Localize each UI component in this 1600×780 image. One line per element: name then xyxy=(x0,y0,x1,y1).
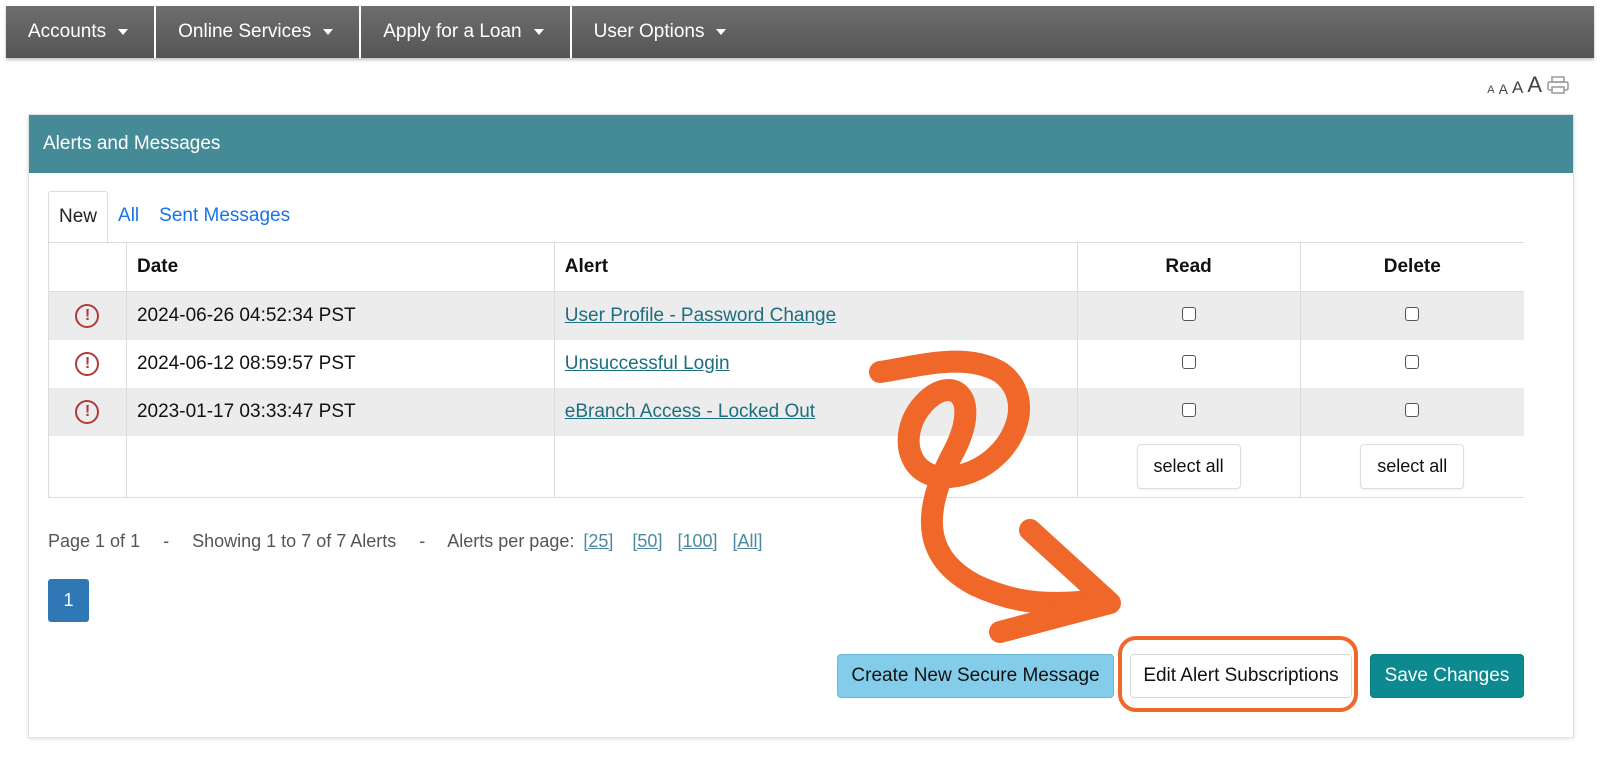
create-secure-message-button[interactable]: Create New Secure Message xyxy=(837,654,1114,698)
select-all-read-button[interactable]: select all xyxy=(1136,443,1241,489)
showing-text: Showing 1 to 7 of 7 Alerts xyxy=(192,531,397,551)
printer-icon[interactable] xyxy=(1546,76,1570,94)
edit-alert-subscriptions-button[interactable]: Edit Alert Subscriptions xyxy=(1130,654,1352,698)
font-size-medium[interactable]: A xyxy=(1512,79,1523,96)
panel-title: Alerts and Messages xyxy=(43,133,221,154)
header-delete: Delete xyxy=(1300,242,1524,292)
delete-checkbox[interactable] xyxy=(1405,354,1420,369)
alert-date: 2024-06-26 04:52:34 PST xyxy=(126,291,555,340)
per-page-100[interactable]: [100] xyxy=(677,531,717,551)
table-row: ! 2024-06-12 08:59:57 PST Unsuccessful L… xyxy=(48,339,1525,388)
caret-down-icon xyxy=(716,29,727,35)
page-text: Page 1 of 1 xyxy=(48,531,141,551)
header-alert: Alert xyxy=(554,242,1078,292)
nav-user-options-label: User Options xyxy=(593,21,705,42)
font-size-small[interactable]: A xyxy=(1499,82,1508,96)
pager-info: Page 1 of 1 - Showing 1 to 7 of 7 Alerts… xyxy=(48,531,763,552)
warning-icon: ! xyxy=(75,351,100,376)
caret-down-icon xyxy=(118,29,129,35)
nav-user-options[interactable]: User Options xyxy=(572,6,753,58)
select-all-delete-button[interactable]: select all xyxy=(1360,443,1465,489)
nav-online-services[interactable]: Online Services xyxy=(156,6,362,58)
alert-link[interactable]: eBranch Access - Locked Out xyxy=(565,401,815,422)
font-size-controls: A A A A xyxy=(1487,74,1542,97)
read-checkbox[interactable] xyxy=(1181,402,1196,417)
top-navigation: Accounts Online Services Apply for a Loa… xyxy=(6,6,1594,58)
nav-apply-for-loan[interactable]: Apply for a Loan xyxy=(361,6,572,58)
per-page-all[interactable]: [All] xyxy=(733,531,763,551)
alerts-panel: Alerts and Messages New All Sent Message… xyxy=(28,114,1574,738)
delete-checkbox[interactable] xyxy=(1405,402,1420,417)
alert-date: 2023-01-17 03:33:47 PST xyxy=(126,387,555,436)
tab-new[interactable]: New xyxy=(48,191,109,244)
save-changes-button[interactable]: Save Changes xyxy=(1370,654,1524,698)
font-size-large[interactable]: A xyxy=(1527,74,1542,96)
panel-header: Alerts and Messages xyxy=(29,115,1573,173)
header-date: Date xyxy=(126,242,555,292)
nav-apply-for-loan-label: Apply for a Loan xyxy=(383,21,522,42)
per-page-25[interactable]: [25] xyxy=(583,531,613,551)
separator: - xyxy=(163,531,170,551)
header-read: Read xyxy=(1077,242,1301,292)
tab-all[interactable]: All xyxy=(108,205,149,243)
caret-down-icon xyxy=(533,29,544,35)
caret-down-icon xyxy=(323,29,334,35)
alert-date: 2024-06-12 08:59:57 PST xyxy=(126,339,555,388)
delete-checkbox[interactable] xyxy=(1405,306,1420,321)
per-page-50[interactable]: [50] xyxy=(632,531,662,551)
table-row: ! 2024-06-26 04:52:34 PST User Profile -… xyxy=(48,291,1524,340)
separator: - xyxy=(419,531,426,551)
table-header-row: Date Alert Read Delete xyxy=(48,242,1524,292)
alert-tabs: New All Sent Messages xyxy=(48,189,300,244)
read-checkbox[interactable] xyxy=(1181,354,1196,369)
alert-link[interactable]: User Profile - Password Change xyxy=(565,305,836,326)
warning-icon: ! xyxy=(75,399,100,424)
tab-sent-messages[interactable]: Sent Messages xyxy=(149,205,300,243)
per-page-label: Alerts per page: xyxy=(447,531,575,551)
header-icon xyxy=(48,242,127,292)
nav-accounts[interactable]: Accounts xyxy=(6,6,157,58)
table-row: ! 2023-01-17 03:33:47 PST eBranch Access… xyxy=(48,387,1524,436)
nav-online-services-label: Online Services xyxy=(178,21,312,42)
nav-accounts-label: Accounts xyxy=(28,21,107,42)
page-1-button[interactable]: 1 xyxy=(48,579,89,622)
alert-link[interactable]: Unsuccessful Login xyxy=(565,353,730,374)
read-checkbox[interactable] xyxy=(1181,306,1196,321)
font-size-xsmall[interactable]: A xyxy=(1487,85,1494,96)
warning-icon: ! xyxy=(75,303,100,328)
alerts-table: Date Alert Read Delete ! 2024-06-26 04:5… xyxy=(48,242,1524,498)
select-all-row: select all select all xyxy=(48,435,1524,498)
